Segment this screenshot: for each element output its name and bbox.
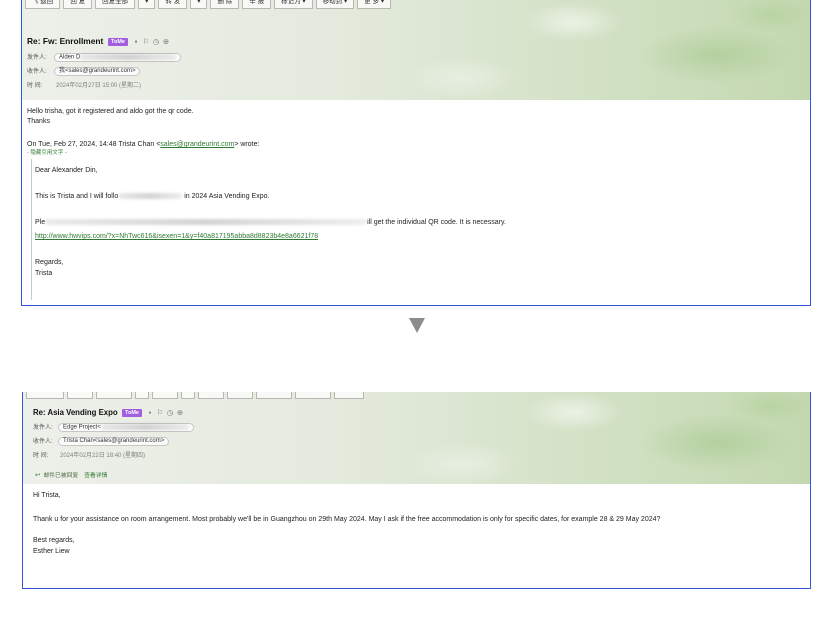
quote-signoff: Regards, [35, 259, 64, 266]
quote-greeting: Dear Alexander Din, [35, 167, 98, 174]
to-label: 收件人: [33, 438, 53, 445]
tome-badge: ToMe [108, 37, 128, 46]
down-arrow-icon [409, 318, 425, 333]
toolbar-button[interactable] [295, 392, 331, 399]
recipient-value: 我<sales@grandeurint.com> [59, 67, 136, 74]
toolbar-button[interactable] [181, 392, 195, 399]
note-icon[interactable]: ▪ [145, 408, 155, 417]
toolbar-button[interactable] [256, 392, 292, 399]
move-to-dropdown[interactable]: 移动到 ▾ [315, 0, 355, 9]
toolbar-button[interactable] [67, 392, 93, 399]
replied-notice-text: 邮件已被回复 [43, 473, 79, 479]
redacted-text [118, 193, 183, 200]
body-line: Hello trisha, got it registered and aldo… [27, 108, 194, 115]
email-panel-asia-vending-expo: Re: Asia Vending Expo ToMe ▪ ⚐ ◷ ⊕ 发件人: Edg… [22, 392, 811, 589]
quote-text: Ple [35, 219, 46, 226]
header-icons: ▪ ⚐ ◷ ⊕ [145, 408, 185, 417]
quote-intro: On Tue, Feb 27, 2024, 14:48 Trista Chan … [27, 140, 259, 149]
to-label: 收件人: [27, 68, 47, 75]
quote-intro-suffix: > wrote: [234, 141, 260, 148]
back-button[interactable]: 《 返回 [25, 0, 61, 9]
print-icon[interactable]: ⊕ [175, 408, 185, 417]
sender-name: Edge Project< [63, 424, 101, 431]
flag-icon[interactable]: ⚐ [141, 37, 151, 46]
toolbar-button[interactable] [334, 392, 364, 399]
print-icon[interactable]: ⊕ [161, 37, 171, 46]
sender-pill[interactable]: Alden D [54, 52, 182, 62]
redacted-text [100, 423, 189, 430]
reply-icon: ↩ [35, 472, 41, 479]
time-label: 时 间: [27, 82, 43, 89]
email-subject: Re: Asia Vending Expo [33, 408, 118, 417]
recipient-pill[interactable]: 我<sales@grandeurint.com> [54, 66, 141, 76]
report-button[interactable]: 举 报 [242, 0, 272, 9]
toolbar-button[interactable] [135, 392, 149, 399]
forward-dropdown-button[interactable]: ▾ [190, 0, 208, 9]
more-dropdown[interactable]: 更 多 ▾ [357, 0, 392, 9]
body-greeting: Hi Trista, [33, 492, 61, 499]
toolbar-button[interactable] [26, 392, 64, 399]
toolbar-button[interactable] [152, 392, 178, 399]
forward-button[interactable]: 转 发 [158, 0, 188, 9]
recipient-pill[interactable]: Trista Chan<sales@grandeurint.com> [58, 436, 170, 446]
page: 《 返回回 复回复全部 ▾ 转 发 ▾ 删 除举 报标记为 ▾ 移动到 ▾ 更 多 ▾ Re… [0, 0, 834, 617]
hide-quoted-text-link[interactable]: - 隐藏引用文字 - [27, 150, 67, 157]
delete-button[interactable]: 删 除 [210, 0, 240, 9]
clock-icon[interactable]: ◷ [151, 37, 161, 46]
time-value: 2024年02月22日 18:40 (星期四) [60, 452, 146, 459]
tome-badge: ToMe [122, 408, 142, 417]
reply-button[interactable]: 回 复 [63, 0, 93, 9]
body-signature: Esther Liew [33, 548, 70, 555]
email-panel-enrollment: 《 返回回 复回复全部 ▾ 转 发 ▾ 删 除举 报标记为 ▾ 移动到 ▾ 更 多 ▾ Re… [21, 0, 811, 306]
replied-notice: ↩ 邮件已被回复 查看详情 [35, 472, 107, 480]
redacted-text [80, 53, 177, 60]
quote-text: in 2024 Asia Vending Expo. [182, 193, 270, 200]
toolbar-button[interactable] [96, 392, 132, 399]
mark-as-dropdown[interactable]: 标记为 ▾ [274, 0, 313, 9]
time-value: 2024年02月27日 15:00 (星期二) [56, 82, 142, 89]
body-message: Thank u for your assistance on room arra… [33, 516, 661, 523]
redacted-text [45, 219, 368, 226]
sender-name: Alden D [59, 54, 81, 61]
body-line: Thanks [27, 118, 50, 125]
view-details-link[interactable]: 查看详情 [84, 473, 107, 479]
quoted-message: Dear Alexander Din, This is Trista and I… [31, 159, 801, 300]
recipient-value: Trista Chan<sales@grandeurint.com> [63, 437, 165, 444]
reply-all-button[interactable]: 回复全部 [95, 0, 136, 9]
flag-icon[interactable]: ⚐ [155, 408, 165, 417]
toolbar [26, 392, 367, 401]
time-label: 时 间: [33, 452, 49, 459]
email-subject: Re: Fw: Enrollment [27, 36, 104, 46]
quote-text: ill get the individual QR code. It is ne… [367, 219, 506, 226]
quote-text: This is Trista and I will follo [35, 193, 119, 200]
header-icons: ▪ ⚐ ◷ ⊕ [131, 37, 171, 46]
quote-paragraph: Ple ill get the individual QR code. It is… [35, 218, 506, 227]
reply-all-dropdown-button[interactable]: ▾ [138, 0, 156, 9]
quote-intro-prefix: On Tue, Feb 27, 2024, 14:48 Trista Chan … [27, 141, 161, 148]
sender-pill[interactable]: Edge Project< [58, 422, 194, 432]
toolbar-button[interactable] [227, 392, 253, 399]
registration-link[interactable]: http://www.hwvips.com/?x=NhTwc616&isexen… [35, 232, 318, 241]
quote-signature: Trista [35, 270, 53, 277]
from-label: 发件人: [33, 424, 53, 431]
body-signoff: Best regards, [33, 537, 75, 544]
quote-paragraph: This is Trista and I will follo in 2024 … [35, 192, 269, 201]
from-label: 发件人: [27, 54, 47, 61]
toolbar: 《 返回回 复回复全部 ▾ 转 发 ▾ 删 除举 报标记为 ▾ 移动到 ▾ 更 多 ▾ [25, 0, 394, 9]
note-icon[interactable]: ▪ [131, 37, 141, 46]
clock-icon[interactable]: ◷ [165, 408, 175, 417]
toolbar-button[interactable] [198, 392, 224, 399]
sender-email-link[interactable]: sales@grandeurint.com [160, 141, 234, 148]
